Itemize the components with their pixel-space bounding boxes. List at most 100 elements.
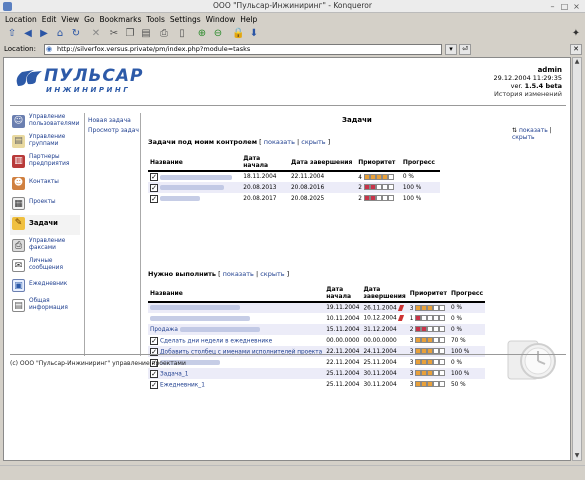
task-name[interactable]: Задача_1 [160, 371, 188, 377]
vertical-scrollbar[interactable]: ▲ ▼ [572, 57, 582, 461]
sidebar-item-groups[interactable]: ▤ Управление группами [10, 133, 80, 153]
back-icon[interactable]: ◀ [22, 28, 34, 40]
col-priority[interactable]: Приоритет [356, 154, 401, 172]
table-row[interactable]: ✓ 20.08.2013 20.08.2016 2 100 % [148, 182, 440, 193]
col-priority[interactable]: Приоритет [407, 285, 449, 303]
print-icon[interactable]: ⎙ [158, 28, 170, 40]
new-task-link[interactable]: Новая задача [88, 116, 139, 126]
menu-help[interactable]: Help [240, 14, 257, 26]
priority-bar [363, 184, 394, 191]
table-row[interactable]: ✓ Задача_1 25.11.2004 30.11.2004 3 100 % [148, 368, 486, 379]
sidebar-item-messages[interactable]: ✉ Личные сообщения [10, 257, 80, 277]
table-row[interactable]: ✓ Ежедневник_1 25.11.2004 30.11.2004 3 50… [148, 379, 486, 390]
menu-go[interactable]: Go [84, 14, 94, 26]
edit-icon[interactable] [397, 315, 404, 322]
table-row[interactable]: ✓ 18.11.2004 22.11.2004 4 0 % [148, 171, 440, 182]
edit-icon[interactable] [397, 304, 404, 311]
end-date: 00.00.0000 [361, 335, 408, 346]
controlled-hide-link[interactable]: скрыть [301, 138, 325, 146]
menu-bookmarks[interactable]: Bookmarks [99, 14, 141, 26]
col-start[interactable]: Дата начала [241, 154, 289, 172]
home-icon[interactable]: ⌂ [54, 28, 66, 40]
sidebar-item-fax[interactable]: ⎙ Управление факсами [10, 237, 80, 257]
col-progress[interactable]: Прогресс [400, 154, 440, 172]
redacted-task-name [179, 326, 260, 332]
controlled-show-link[interactable]: показать [264, 138, 295, 146]
menu-view[interactable]: View [61, 14, 79, 26]
task-checkbox[interactable]: ✓ [150, 369, 158, 378]
col-end[interactable]: Дата завершения [288, 154, 357, 172]
col-start[interactable]: Дата начала [324, 285, 362, 303]
sidebar-item-info[interactable]: ▤ Общая информация [10, 297, 80, 317]
cut-icon[interactable]: ✂ [108, 28, 120, 40]
todo-hide-link[interactable]: скрыть [260, 270, 284, 278]
priority-bar [415, 337, 446, 344]
go-button[interactable]: ⏎ [459, 44, 471, 55]
menu-location[interactable]: Location [5, 14, 37, 26]
task-name[interactable]: Сделать дни недели в ежедневнике [160, 338, 272, 344]
sidebar-item-partners[interactable]: ▥ Партнеры предприятия [10, 153, 80, 173]
menu-tools[interactable]: Tools [146, 14, 164, 26]
forward-icon[interactable]: ▶ [38, 28, 50, 40]
task-name[interactable]: Ежедневник_1 [160, 382, 205, 388]
url-field[interactable]: http://silverfox.versus.private/pm/index… [44, 44, 442, 55]
zoom-in-icon[interactable]: ⊕ [196, 28, 208, 40]
table-row[interactable]: 10.11.2004 10.12.2004 1 0 % [148, 313, 486, 324]
hide-all-link[interactable]: скрыть [512, 134, 535, 141]
page-icon[interactable]: ▯ [176, 28, 188, 40]
start-date: 00.00.0000 [324, 335, 362, 346]
close-icon[interactable]: × [572, 2, 581, 11]
task-name[interactable]: Продажа [150, 327, 178, 333]
table-row[interactable]: ✓ Добавить столбец с именами исполнителей… [148, 346, 486, 357]
task-checkbox[interactable]: ✓ [150, 194, 158, 203]
users-icon: ☺ [12, 115, 25, 128]
menu-settings[interactable]: Settings [170, 14, 201, 26]
table-row[interactable]: Продажа 15.11.2004 31.12.2004 2 0 % [148, 324, 486, 335]
controlled-title: Задачи под моим контролем [148, 138, 258, 146]
download-icon[interactable]: ⬇ [248, 28, 260, 40]
progress-value: 0 % [448, 357, 486, 368]
stop-icon[interactable]: ✕ [90, 28, 102, 40]
task-checkbox[interactable]: ✓ [150, 173, 158, 181]
sidebar-item-label: Ежедневник [29, 281, 68, 287]
copy-icon[interactable]: ❐ [124, 28, 136, 40]
sidebar-item-tasks[interactable]: ✎ Задачи [10, 215, 80, 235]
sidebar-item-projects[interactable]: ▦ Проекты [10, 195, 80, 215]
zoom-out-icon[interactable]: ⊖ [212, 28, 224, 40]
show-all-link[interactable]: показать [519, 127, 548, 134]
sidebar-item-label: Управление факсами [29, 238, 66, 251]
col-name[interactable]: Название [148, 285, 325, 303]
progress-value: 0 % [400, 171, 440, 182]
view-tasks-link[interactable]: Просмотр задач [88, 126, 139, 136]
lock-icon[interactable]: 🔒 [232, 28, 244, 40]
table-row[interactable]: ✓ 22.11.2004 25.11.2004 3 0 % [148, 357, 486, 368]
minimize-icon[interactable]: – [548, 2, 557, 11]
menu-edit[interactable]: Edit [42, 14, 57, 26]
col-name[interactable]: Название [148, 154, 242, 172]
table-row[interactable]: ✓ Сделать дни недели в ежедневнике 00.00.… [148, 335, 486, 346]
col-end[interactable]: Дата завершения [361, 285, 408, 303]
col-progress[interactable]: Прогресс [448, 285, 486, 303]
sidebar-item-calendar[interactable]: ▣ Ежедневник [10, 277, 80, 297]
start-date: 18.11.2004 [241, 171, 289, 182]
table-row[interactable]: 19.11.2004 26.11.2004 3 0 % [148, 302, 486, 313]
sidebar-item-users[interactable]: ☺ Управление пользователями [10, 113, 80, 133]
table-row[interactable]: ✓ 20.08.2017 20.08.2025 2 100 % [148, 193, 440, 204]
scroll-up-icon[interactable]: ▲ [573, 58, 581, 66]
paste-icon[interactable]: ▤ [140, 28, 152, 40]
reload-icon[interactable]: ↻ [70, 28, 82, 40]
todo-show-link[interactable]: показать [223, 270, 254, 278]
priority-value: 3 [409, 305, 414, 312]
clear-location-icon[interactable]: ✕ [570, 44, 582, 55]
changelog-link[interactable]: История изменений [494, 90, 562, 98]
maximize-icon[interactable]: □ [560, 2, 569, 11]
scroll-down-icon[interactable]: ▼ [573, 452, 581, 460]
task-checkbox[interactable]: ✓ [150, 183, 158, 192]
up-icon[interactable]: ⇧ [6, 28, 18, 40]
task-checkbox[interactable]: ✓ [150, 336, 158, 345]
url-dropdown-button[interactable]: ▾ [445, 44, 457, 55]
task-checkbox[interactable]: ✓ [150, 380, 158, 389]
sidebar-item-contacts[interactable]: ☻ Контакты [10, 175, 80, 195]
menu-window[interactable]: Window [206, 14, 236, 26]
sort-icon: ⇅ [512, 127, 518, 134]
